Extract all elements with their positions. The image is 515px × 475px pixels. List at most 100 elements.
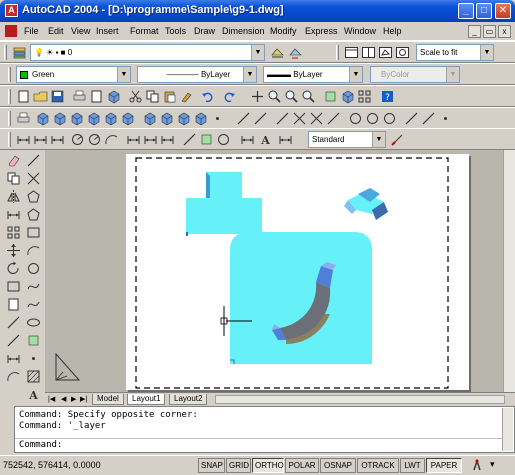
snap-insert-icon[interactable] [438,111,453,126]
multiline-text-icon[interactable]: A [26,387,41,402]
horizontal-scrollbar[interactable] [215,395,505,404]
array-icon[interactable] [6,225,21,240]
menu-draw[interactable]: Draw [194,26,215,36]
menu-window[interactable]: Window [344,26,376,36]
polygon-icon[interactable] [26,207,41,222]
stretch-icon[interactable] [6,297,21,312]
dimstyle-dropdown[interactable]: Standard ▼ [308,131,386,148]
chevron-down-icon[interactable]: ▼ [251,45,264,60]
snap-parallel-icon[interactable] [421,111,436,126]
zoom-realtime-icon[interactable] [267,89,282,104]
make-current-layer-icon[interactable] [270,45,285,60]
diameter-dimension-icon[interactable] [87,132,102,147]
chevron-down-icon[interactable]: ▼ [480,45,493,60]
layer-previous-icon[interactable] [288,45,303,60]
maximize-button[interactable]: □ [476,3,492,19]
se-iso-view-icon[interactable] [159,111,174,126]
status-menu-arrow-icon[interactable]: ▾ [490,459,495,470]
line-icon[interactable] [26,153,41,168]
chevron-down-icon[interactable]: ▼ [372,132,385,147]
communication-center-icon[interactable] [470,458,485,473]
match-properties-icon[interactable] [179,89,194,104]
osnap-toggle[interactable]: OSNAP [320,458,356,473]
menu-view[interactable]: View [71,26,90,36]
mirror-icon[interactable] [6,189,21,204]
insert-block-icon[interactable] [26,333,41,348]
menu-insert[interactable]: Insert [96,26,119,36]
dimension-edit-icon[interactable] [240,132,255,147]
autocad-app-icon[interactable]: A [5,4,18,17]
save-icon[interactable] [50,89,65,104]
revision-cloud-icon[interactable] [26,279,41,294]
chevron-down-icon[interactable]: ▼ [243,67,256,82]
spline-icon[interactable] [26,297,41,312]
break-icon[interactable] [6,351,21,366]
named-views-icon[interactable] [16,111,31,126]
rotate-icon[interactable] [6,261,21,276]
camera-icon[interactable] [210,111,225,126]
vertical-scrollbar[interactable] [503,150,515,392]
menu-format[interactable]: Format [130,26,159,36]
toolbar-grip[interactable] [8,67,11,82]
undo-icon[interactable] [200,89,215,104]
snap-extension-icon[interactable] [326,111,341,126]
drawing-document-icon[interactable] [5,25,17,37]
cut-icon[interactable] [128,89,143,104]
coordinate-readout[interactable]: 752542, 576414, 0.0000 [3,460,101,470]
chevron-down-icon[interactable]: ▼ [117,67,130,82]
new-drawing-icon[interactable] [16,89,31,104]
move-icon[interactable] [6,243,21,258]
dimension-update-icon[interactable] [278,132,293,147]
polar-toggle[interactable]: POLAR [285,458,319,473]
top-view-icon[interactable] [35,111,50,126]
tab-last-icon[interactable]: ▶| [80,395,87,403]
convert-object-viewport-icon[interactable] [395,45,410,60]
doc-restore-button[interactable]: ▭ [483,25,496,38]
tab-first-icon[interactable]: |◀ [48,395,55,403]
publish-icon[interactable] [106,89,121,104]
viewport-scale-dropdown[interactable]: Scale to fit ▼ [416,44,494,61]
tab-next-icon[interactable]: ▶ [71,395,76,403]
erase-icon[interactable] [6,153,21,168]
continue-dimension-icon[interactable] [160,132,175,147]
snap-quadrant-icon[interactable] [365,111,380,126]
polygonal-viewport-icon[interactable] [378,45,393,60]
aligned-dimension-icon[interactable] [33,132,48,147]
scale-icon[interactable] [6,279,21,294]
ne-iso-view-icon[interactable] [176,111,191,126]
menu-express[interactable]: Express [305,26,338,36]
drawing-area[interactable] [45,150,503,392]
snap-temp-track-icon[interactable] [236,111,251,126]
plot-icon[interactable] [72,89,87,104]
color-dropdown[interactable]: Green ▼ [16,66,131,83]
circle-icon[interactable] [26,261,41,276]
snap-toggle[interactable]: SNAP [198,458,225,473]
bottom-view-icon[interactable] [52,111,67,126]
ordinate-dimension-icon[interactable] [50,132,65,147]
otrack-toggle[interactable]: OTRACK [357,458,399,473]
single-viewport-icon[interactable] [361,45,376,60]
tool-palettes-icon[interactable] [357,89,372,104]
zoom-previous-icon[interactable] [301,89,316,104]
menu-dimension[interactable]: Dimension [222,26,265,36]
toolbar-grip[interactable] [8,89,11,104]
back-view-icon[interactable] [120,111,135,126]
tab-layout1[interactable]: Layout1 [127,394,166,405]
layer-dropdown[interactable]: 💡 ☀ ▪ ■ 0 ▼ [30,44,265,61]
lwt-toggle[interactable]: LWT [400,458,425,473]
tab-model[interactable]: Model [92,394,124,405]
close-button[interactable]: ✕ [495,3,511,19]
snap-perpendicular-icon[interactable] [404,111,419,126]
design-center-icon[interactable] [340,89,355,104]
arc-icon[interactable] [26,243,41,258]
copy-object-icon[interactable] [6,171,21,186]
command-prompt[interactable]: Command: [19,440,62,450]
toolbar-grip[interactable] [8,132,11,147]
left-view-icon[interactable] [69,111,84,126]
sw-iso-view-icon[interactable] [142,111,157,126]
minimize-button[interactable]: _ [458,3,474,19]
angular-dimension-icon[interactable] [104,132,119,147]
lineweight-dropdown[interactable]: ▬▬▬ ByLayer ▼ [263,66,363,83]
construction-line-icon[interactable] [26,171,41,186]
point-icon[interactable] [26,351,41,366]
